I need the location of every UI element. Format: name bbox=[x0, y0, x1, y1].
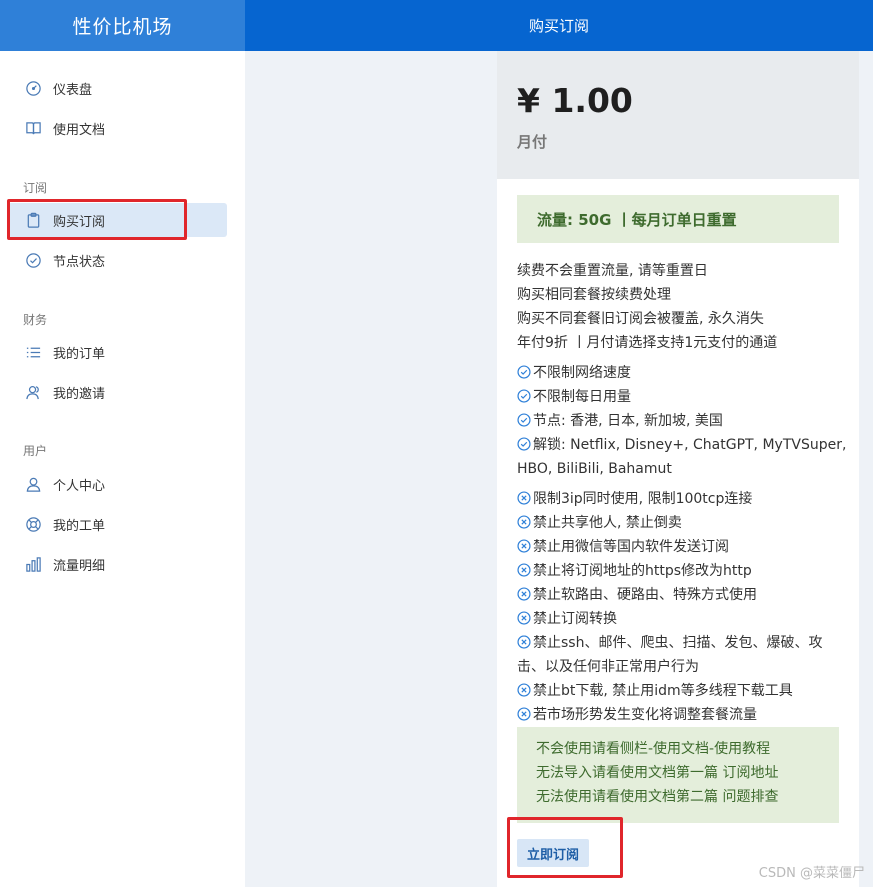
feature-text: 禁止订阅转换 bbox=[533, 611, 617, 627]
feature-text: 限制3ip同时使用, 限制100tcp连接 bbox=[533, 491, 753, 507]
feature-forbidden: 禁止ssh、邮件、爬虫、扫描、发包、爆破、攻击、以及任何非正常用户行为 bbox=[517, 631, 847, 679]
sidebar: 仪表盘 使用文档 订阅 购买订阅 节点状态 财务 我的订单 我的邀请 用户 个人… bbox=[0, 51, 245, 887]
help-notice: 不会使用请看侧栏-使用文档-使用教程 无法导入请看使用文档第一篇 订阅地址 无法… bbox=[517, 727, 839, 823]
feature-forbidden: 禁止用微信等国内软件发送订阅 bbox=[517, 535, 847, 559]
sidebar-item-label: 节点状态 bbox=[53, 254, 106, 270]
sidebar-item-profile[interactable]: 个人中心 bbox=[8, 467, 227, 501]
feature-forbidden: 若市场形势发生变化将调整套餐流量 bbox=[517, 703, 847, 727]
x-circle-icon bbox=[517, 609, 531, 625]
feature-forbidden: 禁止将订阅地址的https修改为http bbox=[517, 559, 847, 583]
feature-text: 若市场形势发生变化将调整套餐流量 bbox=[533, 707, 757, 723]
x-circle-icon bbox=[517, 537, 531, 553]
sidebar-item-dashboard[interactable]: 仪表盘 bbox=[8, 71, 227, 105]
feature-text: 禁止软路由、硬路由、特殊方式使用 bbox=[533, 587, 757, 603]
sidebar-item-tickets[interactable]: 我的工单 bbox=[8, 507, 227, 541]
sidebar-item-invites[interactable]: 我的邀请 bbox=[8, 375, 227, 409]
users-icon bbox=[24, 383, 42, 401]
x-circle-icon bbox=[517, 489, 531, 505]
desc-line: 续费不会重置流量, 请等重置日 bbox=[517, 263, 708, 279]
x-circle-icon bbox=[517, 705, 531, 721]
sidebar-item-label: 我的邀请 bbox=[53, 386, 106, 402]
sidebar-item-label: 仪表盘 bbox=[53, 82, 93, 98]
book-icon bbox=[24, 119, 42, 137]
desc-line: 购买不同套餐旧订阅会被覆盖, 永久消失 bbox=[517, 311, 764, 327]
sidebar-item-label: 使用文档 bbox=[53, 122, 106, 138]
page-title: 购买订阅 bbox=[245, 0, 873, 51]
plan-details: 流量: 50G 丨每月订单日重置 续费不会重置流量, 请等重置日 购买相同套餐按… bbox=[497, 179, 859, 887]
plan-price-header: ¥ 1.00 月付 bbox=[497, 51, 859, 179]
sidebar-item-orders[interactable]: 我的订单 bbox=[8, 335, 227, 369]
check-circle-icon bbox=[517, 363, 531, 379]
feature-text: 禁止共享他人, 禁止倒卖 bbox=[533, 515, 682, 531]
sidebar-item-label: 我的工单 bbox=[53, 518, 106, 534]
clipboard-icon bbox=[24, 211, 42, 229]
feature-text: 禁止将订阅地址的https修改为http bbox=[533, 563, 752, 579]
feature-allowed: 节点: 香港, 日本, 新加坡, 美国 bbox=[517, 409, 847, 433]
feature-text: 不限制每日用量 bbox=[533, 389, 631, 405]
feature-forbidden: 禁止bt下载, 禁止用idm等多线程下载工具 bbox=[517, 679, 847, 703]
feature-text: 禁止bt下载, 禁止用idm等多线程下载工具 bbox=[533, 683, 793, 699]
sidebar-item-node-status[interactable]: 节点状态 bbox=[8, 243, 227, 277]
plan-price: ¥ 1.00 bbox=[517, 81, 633, 120]
section-heading-subscription: 订阅 bbox=[23, 181, 48, 195]
feature-forbidden: 禁止软路由、硬路由、特殊方式使用 bbox=[517, 583, 847, 607]
desc-line: 年付9折 丨月付请选择支持1元支付的通道 bbox=[517, 335, 778, 351]
watermark: CSDN @菜菜僵尸 bbox=[758, 866, 865, 881]
user-icon bbox=[24, 475, 42, 493]
check-circle-icon bbox=[24, 251, 42, 269]
feature-allowed: 不限制每日用量 bbox=[517, 385, 847, 409]
bar-chart-icon bbox=[24, 555, 42, 573]
sidebar-item-traffic[interactable]: 流量明细 bbox=[8, 547, 227, 581]
x-circle-icon bbox=[517, 585, 531, 601]
feature-allowed: 解锁: Netflix, Disney+, ChatGPT, MyTVSuper… bbox=[517, 433, 847, 481]
sidebar-item-docs[interactable]: 使用文档 bbox=[8, 111, 227, 145]
lifebuoy-icon bbox=[24, 515, 42, 533]
desc-line: 购买相同套餐按续费处理 bbox=[517, 287, 671, 303]
feature-text: 节点: 香港, 日本, 新加坡, 美国 bbox=[533, 413, 723, 429]
subscribe-button[interactable]: 立即订阅 bbox=[517, 839, 589, 867]
gauge-icon bbox=[24, 79, 42, 97]
x-circle-icon bbox=[517, 513, 531, 529]
help-line: 无法使用请看使用文档第二篇 问题排查 bbox=[536, 789, 779, 805]
feature-text: 禁止用微信等国内软件发送订阅 bbox=[533, 539, 729, 555]
feature-text: 不限制网络速度 bbox=[533, 365, 631, 381]
sidebar-item-label: 个人中心 bbox=[53, 478, 106, 494]
feature-forbidden: 限制3ip同时使用, 限制100tcp连接 bbox=[517, 487, 847, 511]
feature-text: 解锁: Netflix, Disney+, ChatGPT, MyTVSuper… bbox=[517, 437, 847, 477]
check-circle-icon bbox=[517, 435, 531, 451]
feature-forbidden: 禁止订阅转换 bbox=[517, 607, 847, 631]
brand-logo[interactable]: 性价比机场 bbox=[0, 0, 245, 51]
x-circle-icon bbox=[517, 561, 531, 577]
traffic-banner: 流量: 50G 丨每月订单日重置 bbox=[517, 195, 839, 243]
x-circle-icon bbox=[517, 681, 531, 697]
feature-allowed: 不限制网络速度 bbox=[517, 361, 847, 385]
x-circle-icon bbox=[517, 633, 531, 649]
sidebar-item-label: 流量明细 bbox=[53, 558, 106, 574]
feature-text: 禁止ssh、邮件、爬虫、扫描、发包、爆破、攻击、以及任何非正常用户行为 bbox=[517, 635, 823, 675]
check-circle-icon bbox=[517, 387, 531, 403]
list-icon bbox=[24, 343, 42, 361]
plan-period: 月付 bbox=[517, 133, 548, 151]
plan-description: 续费不会重置流量, 请等重置日 购买相同套餐按续费处理 购买不同套餐旧订阅会被覆… bbox=[517, 259, 847, 355]
sidebar-item-label: 购买订阅 bbox=[53, 214, 106, 230]
check-circle-icon bbox=[517, 411, 531, 427]
section-heading-user: 用户 bbox=[23, 444, 48, 458]
help-line: 无法导入请看使用文档第一篇 订阅地址 bbox=[536, 765, 779, 781]
sidebar-item-label: 我的订单 bbox=[53, 346, 106, 362]
section-heading-finance: 财务 bbox=[23, 313, 48, 327]
sidebar-item-buy-subscription[interactable]: 购买订阅 bbox=[8, 203, 227, 237]
help-line: 不会使用请看侧栏-使用文档-使用教程 bbox=[536, 741, 771, 757]
feature-forbidden: 禁止共享他人, 禁止倒卖 bbox=[517, 511, 847, 535]
